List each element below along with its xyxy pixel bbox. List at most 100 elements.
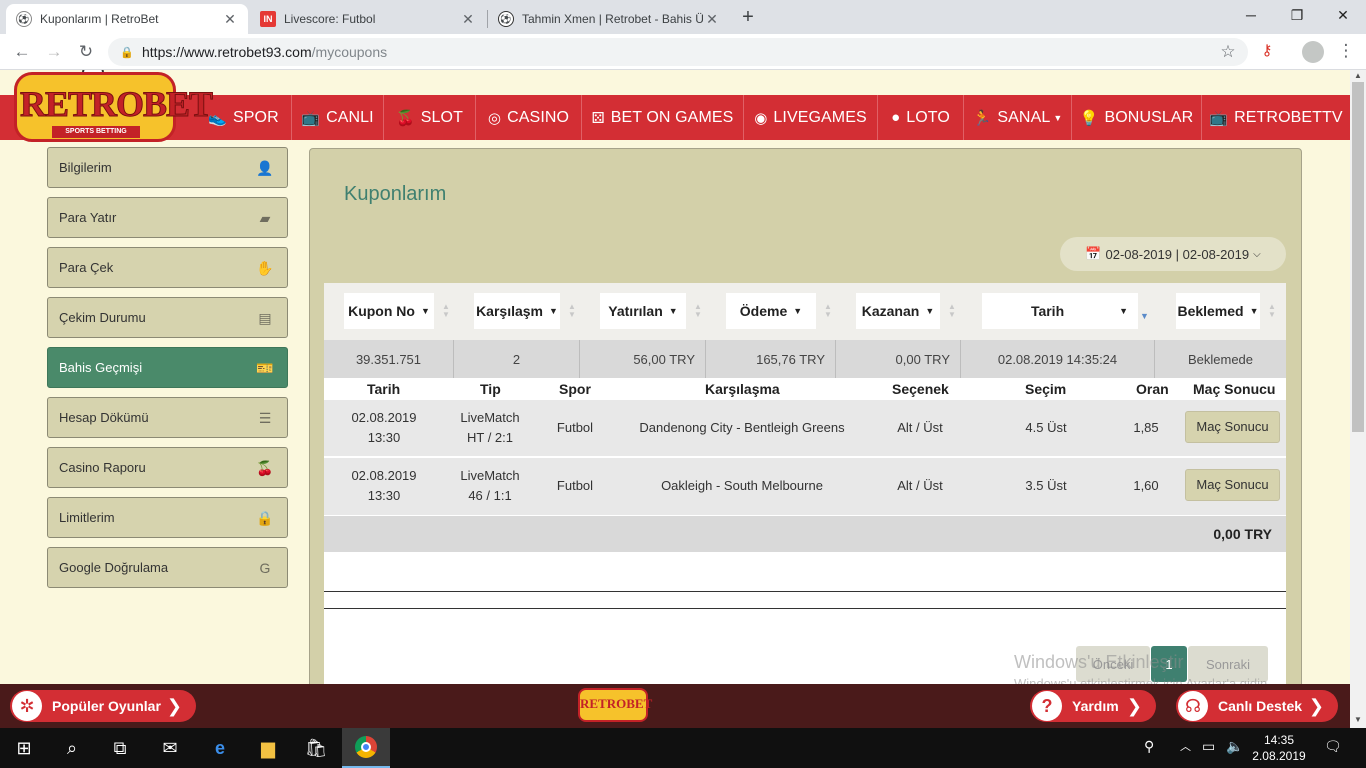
google-icon: G [259,559,271,576]
close-icon[interactable]: ✕ [704,11,720,28]
filter-yatirilan[interactable]: Yatırılan ▼ [600,293,686,329]
file-explorer-icon[interactable]: ▆ [244,728,292,768]
sort-icon[interactable]: ▲ ▼ [566,303,578,319]
nav-slot[interactable]: 🍒 SLOT [384,95,476,140]
sidebar-item-label: Google Doğrulama [59,560,169,575]
sidebar-item-label: Casino Raporu [59,460,146,475]
nav-canli[interactable]: 📺 CANLI [292,95,384,140]
sidebar-item-para-cek[interactable]: Para Çek ✋ [47,247,288,288]
sidebar-item-bilgilerim[interactable]: Bilgilerim 👤 [47,147,288,188]
mail-icon[interactable]: ✉ [146,728,194,768]
coupon-number: 39.351.751 [324,340,454,378]
caret-down-icon: ▼ [1053,112,1063,123]
detail-column-label: Oran [1136,381,1169,397]
filter-kupon-no[interactable]: Kupon No ▼ [344,293,434,329]
filter-karsilasma[interactable]: Karşılaşm ▼ [474,293,560,329]
sort-icon[interactable]: ▲ ▼ [1266,303,1278,319]
filter-odeme[interactable]: Ödeme ▼ [726,293,816,329]
sidebar-item-para-yatir[interactable]: Para Yatır ▰ [47,197,288,238]
nav-sanal[interactable]: 🏃 SANAL ▼ [964,95,1072,140]
sort-icon[interactable]: ▲ ▼ [440,303,452,319]
nav-loto[interactable]: ● LOTO [878,95,964,140]
maximize-icon[interactable]: ❐ [1274,0,1320,30]
payout-amount: 165,76 TRY [706,340,836,378]
sidebar-item-casino-raporu[interactable]: Casino Raporu 🍒 [47,447,288,488]
coupon-summary-row[interactable]: 39.351.751 2 56,00 TRY 165,76 TRY 0,00 T… [324,340,1286,378]
sidebar-item-hesap-dokumu[interactable]: Hesap Dökümü ☰ [47,397,288,438]
address-bar[interactable]: 🔒 https://www.retrobet93.com/mycoupons [108,38,1248,66]
nav-label: SLOT [420,108,463,126]
sort-icon[interactable]: ▲ ▼ [692,303,704,319]
edge-icon[interactable]: e [196,728,244,768]
sidebar-item-label: Bilgilerim [59,160,112,175]
sidebar-item-label: Para Yatır [59,210,117,225]
sidebar-item-cekim-durumu[interactable]: Çekim Durumu ▤ [47,297,288,338]
scrollbar-thumb[interactable] [1352,82,1364,432]
row-time: 13:30 [367,430,401,445]
site-page: 👟 SPOR 📺 CANLI 🍒 SLOT ◎ CASINO ⚄ BET ON GAMES… [0,70,1350,684]
filter-tarih[interactable]: Tarih ▼ [982,293,1138,329]
bulb-icon: 💡 [1079,109,1099,127]
tab-kuponlarim[interactable]: ⚽ Kuponlarım | RetroBet ✕ [6,4,248,34]
notifications-icon[interactable]: 🗨 [1324,738,1342,755]
site-logo[interactable]: RETROBET SPORTS BETTING [10,70,214,144]
logo-subtitle: SPORTS BETTING [52,126,140,138]
profile-avatar-icon[interactable] [1302,41,1324,63]
dice-icon: ⚄ [591,109,605,127]
sidebar-item-google-dogrulama[interactable]: Google Doğrulama G [47,547,288,588]
question-icon: ? [1032,691,1062,721]
filter-kazanan[interactable]: Kazanan ▼ [856,293,940,329]
nav-retrobettv[interactable]: 📺 RETROBETTV [1202,95,1350,140]
close-icon[interactable]: ✕ [222,11,238,28]
store-icon[interactable]: 🛍 [292,728,340,768]
date-range-picker[interactable]: 📅 02-08-2019 | 02-08-2019 ⌵ [1060,237,1286,271]
match-result-button[interactable]: Maç Sonucu [1185,469,1280,501]
activation-watermark-title: Windows'u Etkinleştir [1014,652,1184,672]
battery-icon[interactable]: ▭ [1202,738,1215,755]
minimize-icon[interactable]: ─ [1228,0,1274,30]
scroll-up-icon[interactable]: ▲ [1350,70,1366,82]
windows-start-icon[interactable]: ⊞ [0,728,48,768]
new-tab-icon[interactable]: + [736,6,760,30]
windows-taskbar: ⊞ ⌕ ⧉ ✉ e ▆ 🛍 ⚲ ︿ ▭ 🔈 14:35 2.08.2019 🗨 [0,728,1366,768]
extension-key-icon[interactable]: ⚷ [1256,40,1278,62]
taskbar-clock[interactable]: 14:35 2.08.2019 [1248,732,1310,764]
tab-tahmin[interactable]: ⚽ Tahmin Xmen | Retrobet - Bahis Ü ✕ [488,4,730,34]
search-icon[interactable]: ⌕ [48,728,96,768]
chevron-up-icon[interactable]: ︿ [1180,738,1191,754]
help-button[interactable]: ? Yardım ❯ [1030,690,1156,722]
match-result-button[interactable]: Maç Sonucu [1185,411,1280,443]
people-icon[interactable]: ⚲ [1144,738,1154,755]
forward-arrow-icon[interactable]: → [42,40,66,64]
sort-desc-icon[interactable]: ▼ [1140,311,1149,321]
task-view-icon[interactable]: ⧉ [96,728,144,768]
nav-bonuslar[interactable]: 💡 BONUSLAR [1072,95,1202,140]
chip-icon: ◎ [487,109,502,127]
row-selection: 4.5 Üst [1025,420,1067,435]
nav-bet-on-games[interactable]: ⚄ BET ON GAMES [582,95,744,140]
sort-icon[interactable]: ▲ ▼ [946,303,958,319]
match-count: 2 [454,340,580,378]
table-row: 02.08.2019 13:30 LiveMatch HT / 2:1 Futbol… [324,400,1286,457]
back-arrow-icon[interactable]: ← [10,40,34,64]
chrome-taskbar-icon[interactable] [342,728,390,768]
nav-livegames[interactable]: ◉ LIVEGAMES [744,95,878,140]
live-support-button[interactable]: ☊ Canlı Destek ❯ [1176,690,1338,722]
close-icon[interactable]: ✕ [460,11,476,28]
sidebar-item-bahis-gecmisi[interactable]: Bahis Geçmişi 🎫 [47,347,288,388]
filter-beklemede[interactable]: Beklemed ▼ [1176,293,1260,329]
sidebar-item-label: Bahis Geçmişi [59,360,143,375]
volume-icon[interactable]: 🔈 [1226,738,1243,755]
sort-icon[interactable]: ▲ ▼ [822,303,834,319]
sidebar-item-limitlerim[interactable]: Limitlerim 🔒 [47,497,288,538]
scroll-down-icon[interactable]: ▼ [1350,714,1366,726]
reload-icon[interactable]: ↻ [74,40,98,64]
nav-casino[interactable]: ◎ CASINO [476,95,582,140]
bottom-logo[interactable]: RETROBET [578,688,652,722]
kebab-menu-icon[interactable]: ⋮ [1336,40,1356,64]
bookmark-star-icon[interactable]: ☆ [1216,40,1240,64]
row-match: Oakleigh - South Melbourne [661,478,823,493]
close-window-icon[interactable]: ✕ [1320,0,1366,30]
tab-livescore[interactable]: IN Livescore: Futbol ✕ [250,4,486,34]
popular-games-button[interactable]: ✲ Popüler Oyunlar ❯ [10,690,196,722]
